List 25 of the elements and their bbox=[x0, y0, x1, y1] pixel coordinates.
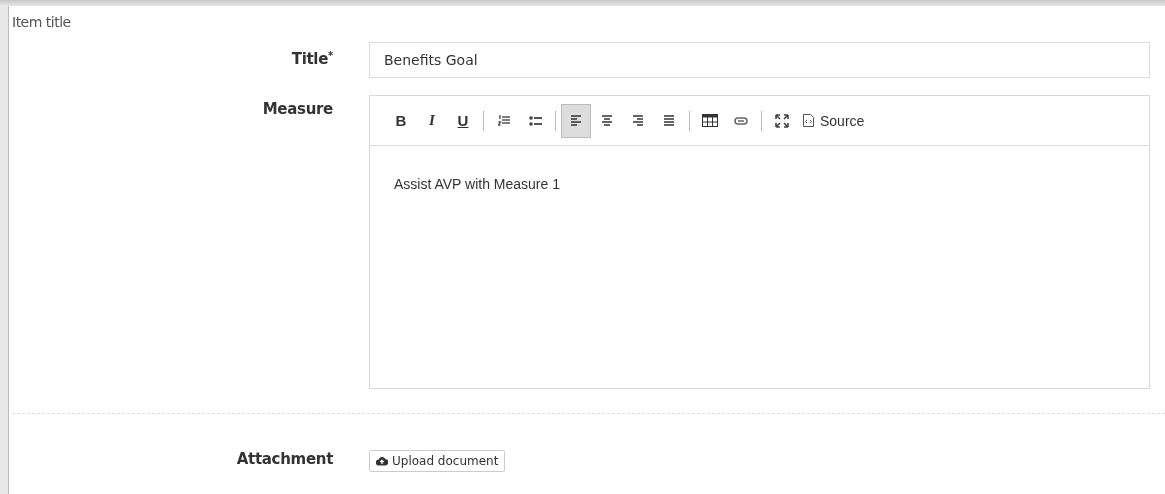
title-input[interactable]: Benefits Goal bbox=[369, 42, 1150, 78]
source-button[interactable]: Source bbox=[798, 103, 870, 138]
field-label: Measure bbox=[262, 100, 333, 118]
justify-icon bbox=[663, 115, 675, 126]
section-title: Item title bbox=[12, 13, 72, 30]
underline-button[interactable]: U bbox=[448, 103, 478, 138]
table-icon bbox=[702, 114, 718, 127]
field-label: Title bbox=[291, 50, 329, 68]
italic-button[interactable]: I bbox=[417, 103, 447, 138]
bold-button[interactable]: B bbox=[386, 103, 416, 138]
required-mark: * bbox=[328, 50, 333, 61]
upload-button[interactable]: Upload document bbox=[369, 450, 506, 472]
numbered-list-icon bbox=[498, 115, 510, 126]
align-left-icon bbox=[570, 115, 582, 126]
bullet-list-icon bbox=[528, 115, 542, 126]
align-center-icon bbox=[601, 115, 613, 126]
link-icon bbox=[734, 116, 748, 125]
field-label: Attachment bbox=[236, 450, 333, 468]
align-right-icon bbox=[632, 115, 644, 126]
align-left-button[interactable] bbox=[561, 103, 591, 138]
maximize-icon bbox=[775, 113, 789, 128]
editor-content: Assist AVP with Measure 1 bbox=[393, 175, 561, 194]
document-icon bbox=[803, 114, 814, 127]
cloud-upload-icon bbox=[376, 456, 388, 466]
rich-text-editor[interactable]: B I U Source Assist AVP with Measure 1 bbox=[369, 95, 1150, 389]
